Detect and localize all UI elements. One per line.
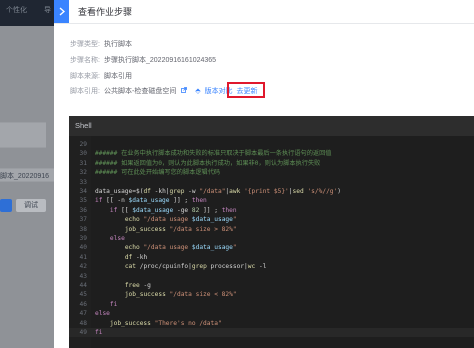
- code-text: job_success "/data size < 82%": [124, 291, 237, 299]
- code-line: 43: [69, 272, 474, 281]
- external-link-icon[interactable]: [181, 86, 188, 98]
- line-number: 43: [79, 272, 87, 280]
- line-number: 32: [79, 169, 87, 177]
- field-label: 步骤名称:: [70, 57, 100, 64]
- background-step-name: 脚本_20220916: [0, 173, 50, 180]
- code-line: 31 ###### 如果返回值为0，则认为此脚本执行成功，如果非0，则认为脚本执行…: [69, 159, 474, 168]
- background-primary-button: [0, 199, 12, 212]
- line-number: 36: [79, 206, 87, 214]
- code-text: if [[ -n $data_usage ]] ; then: [95, 197, 207, 205]
- line-number: 34: [79, 188, 87, 195]
- line-number: 49: [79, 329, 87, 336]
- code-line: 33: [69, 178, 474, 187]
- script-code-editor[interactable]: Shell 29 30 ###### 在业务中执行脚本成功和失败的标准只取决于脚本最…: [69, 116, 474, 348]
- script-reference-name: 公共脚本-检查磁盘空间: [104, 88, 177, 95]
- code-line: 32 ###### 可在此处开始编写您的脚本逻辑代码: [69, 168, 474, 177]
- code-line: 29: [69, 140, 474, 149]
- code-line: 36 if [[ $data_usage -ge 82 ]] ; then: [69, 206, 474, 215]
- code-line: 38 job_success "/data size > 82%": [69, 225, 474, 234]
- field-value: 执行脚本: [104, 41, 132, 48]
- code-text: else: [95, 310, 110, 318]
- code-text: echo "/data usage $data_usage": [124, 216, 237, 224]
- editor-tab-bar: Shell: [69, 116, 474, 136]
- code-line: 47 else: [69, 309, 474, 318]
- line-number: 47: [79, 310, 87, 318]
- field-label: 脚本来源:: [70, 73, 100, 80]
- background-debug-button: 调试: [16, 199, 46, 212]
- panel-divider: [54, 23, 474, 24]
- background-nav-item: 导: [44, 7, 51, 14]
- background-top-nav: 个性化 导: [0, 0, 54, 26]
- line-number: 44: [79, 282, 87, 289]
- code-text: ###### 如果返回值为0，则认为此脚本执行成功，如果非0，则认为脚本执行失败: [95, 159, 321, 167]
- line-number: 33: [79, 178, 87, 186]
- code-text: fi: [109, 300, 118, 308]
- code-line: 39 else: [69, 234, 474, 243]
- line-number: 35: [79, 197, 87, 205]
- code-text: fi: [95, 329, 103, 336]
- code-text: cat /proc/cpuinfo|grep processor|wc -l: [124, 263, 267, 271]
- code-line: 40 echo "/data usage $data_usage": [69, 243, 474, 252]
- line-number: 29: [79, 141, 87, 148]
- code-line: 37 echo "/data usage $data_usage": [69, 215, 474, 224]
- background-form: [0, 26, 54, 348]
- line-number: 31: [79, 159, 87, 167]
- field-value: 步骤执行脚本_20220916161024365: [104, 57, 217, 64]
- code-text: if [[ $data_usage -ge 82 ]] ; then: [109, 206, 237, 214]
- code-line: 42 cat /proc/cpuinfo|grep processor|wc -…: [69, 262, 474, 271]
- code-line: 44 free -g: [69, 281, 474, 290]
- code-line: 45 job_success "/data size < 82%": [69, 290, 474, 299]
- line-number: 42: [79, 263, 87, 271]
- line-number: 41: [79, 253, 87, 261]
- code-text: free -g: [124, 282, 151, 289]
- line-number: 38: [79, 225, 87, 233]
- code-text: ###### 在业务中执行脚本成功和失败的标准只取决于脚本最后一条执行语句的返回…: [95, 150, 332, 158]
- field-label: 脚本引用:: [70, 88, 100, 95]
- line-number: 48: [79, 319, 87, 327]
- line-number: 37: [79, 216, 87, 224]
- line-number: 46: [79, 300, 87, 308]
- code-text: job_success "/data size > 82%": [124, 225, 237, 233]
- line-number: 30: [79, 150, 87, 158]
- background-nav-item: 个性化: [6, 7, 27, 14]
- code-text: job_success "There's no /data": [109, 319, 222, 327]
- code-text: ###### 可在此处开始编写您的脚本逻辑代码: [95, 169, 221, 177]
- code-line: 41 df -kh: [69, 253, 474, 262]
- code-line: 48 job_success "There's no /data": [69, 319, 474, 328]
- background-field-box: [0, 122, 46, 148]
- field-label: 步骤类型:: [70, 41, 100, 48]
- chevron-right-icon[interactable]: [54, 0, 69, 23]
- compare-icon: ⬘: [195, 88, 201, 95]
- code-line: 49 fi: [69, 328, 474, 337]
- code-text: data_usage=$(df -kh|grep -w "/data"|awk …: [95, 188, 341, 195]
- code-text: echo "/data usage $data_usage": [124, 244, 237, 252]
- tab-shell[interactable]: Shell: [75, 116, 92, 136]
- code-line: 46 fi: [69, 300, 474, 309]
- line-number: 40: [79, 244, 87, 252]
- highlight-annotation-box: [227, 82, 265, 98]
- code-text: df -kh: [124, 253, 148, 261]
- panel-title: 查看作业步骤: [78, 7, 133, 17]
- code-line: 30 ###### 在业务中执行脚本成功和失败的标准只取决于脚本最后一条执行语句的…: [69, 149, 474, 158]
- line-number: 39: [79, 235, 87, 242]
- code-line: 34 data_usage=$(df -kh|grep -w "/data"|aw…: [69, 187, 474, 196]
- code-text: else: [109, 235, 125, 242]
- view-step-panel: 查看作业步骤 步骤类型: 执行脚本 步骤名称: 步骤执行脚本_202209161…: [54, 0, 474, 348]
- line-number: 45: [79, 291, 87, 299]
- code-line: 35 if [[ -n $data_usage ]] ; then: [69, 196, 474, 205]
- field-value: 脚本引用: [104, 73, 132, 80]
